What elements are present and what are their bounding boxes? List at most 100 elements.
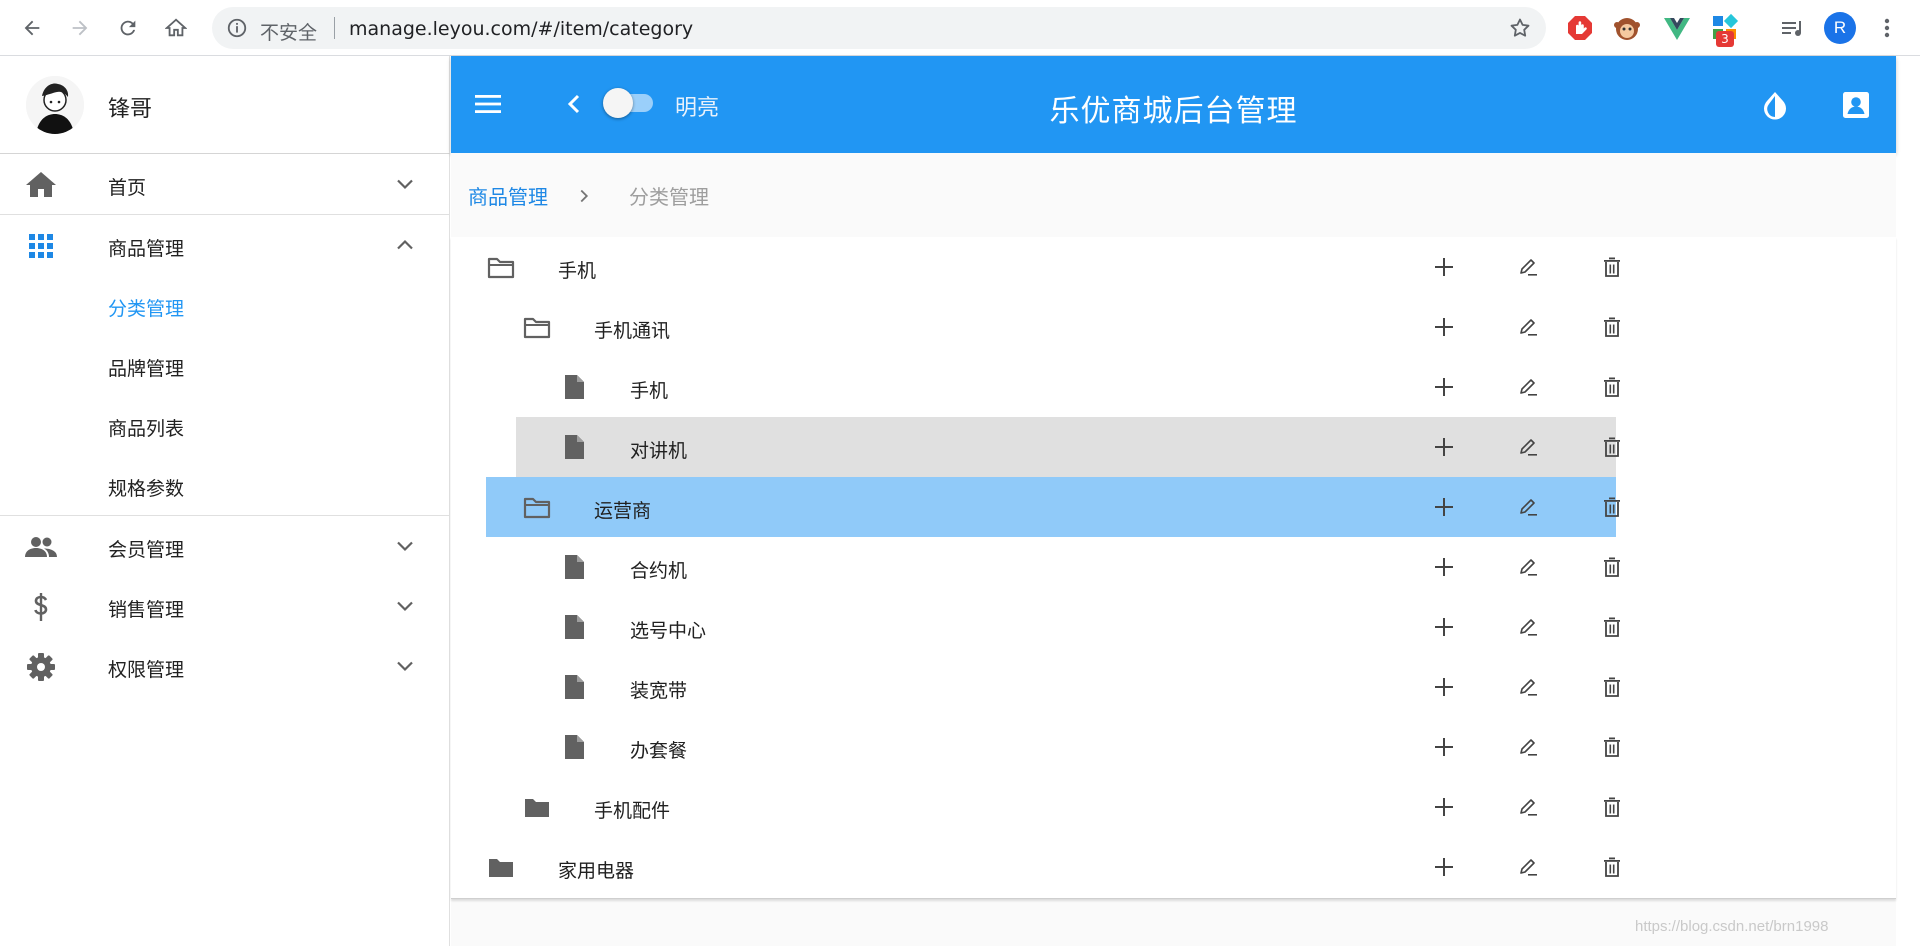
delete-trash-icon[interactable] xyxy=(1599,494,1625,520)
nav-item-product-management[interactable]: 商品管理 xyxy=(0,215,450,275)
browser-menu-icon[interactable] xyxy=(1872,13,1902,43)
breadcrumb-chevron-icon xyxy=(573,185,595,207)
tree-node[interactable]: 手机通讯 xyxy=(451,297,1896,357)
tree-node[interactable]: 装宽带 xyxy=(451,657,1896,717)
tree-node[interactable]: 家用电器 xyxy=(451,837,1896,897)
add-icon[interactable] xyxy=(1431,314,1457,340)
edit-pencil-icon[interactable] xyxy=(1515,494,1541,520)
sidebar-item-spec-params[interactable]: 规格参数 xyxy=(0,455,450,515)
delete-trash-icon[interactable] xyxy=(1599,614,1625,640)
add-icon[interactable] xyxy=(1431,374,1457,400)
info-icon[interactable] xyxy=(226,17,248,39)
tree-node-label: 手机配件 xyxy=(594,800,671,822)
tree-node[interactable]: 选号中心 xyxy=(451,597,1896,657)
delete-trash-icon[interactable] xyxy=(1599,254,1625,280)
tree-node-label: 手机通讯 xyxy=(594,320,671,342)
nav-item-permission-management[interactable]: 权限管理 xyxy=(0,636,450,696)
delete-trash-icon[interactable] xyxy=(1599,674,1625,700)
nav-item-member-management[interactable]: 会员管理 xyxy=(0,516,450,576)
tree-node-label: 手机 xyxy=(630,380,669,402)
chevron-down-icon xyxy=(393,594,417,618)
delete-trash-icon[interactable] xyxy=(1599,794,1625,820)
browser-toolbar: 不安全 manage.leyou.com/#/item/category 3 R xyxy=(0,0,1920,56)
add-icon[interactable] xyxy=(1431,494,1457,520)
tree-node[interactable]: 手机配件 xyxy=(451,777,1896,837)
tampermonkey-extension-icon[interactable] xyxy=(1612,13,1642,43)
nav-label-product-management: 商品管理 xyxy=(108,238,185,260)
folder-icon[interactable] xyxy=(522,792,552,822)
invert-colors-icon[interactable] xyxy=(1759,89,1791,121)
tree-node[interactable]: 对讲机 xyxy=(516,417,1620,477)
sidebar-item-product-list[interactable]: 商品列表 xyxy=(0,395,450,455)
tree-node-label: 合约机 xyxy=(630,560,688,582)
file-icon xyxy=(559,552,589,582)
delete-trash-icon[interactable] xyxy=(1599,374,1625,400)
folder-open-icon[interactable] xyxy=(522,492,552,522)
edit-pencil-icon[interactable] xyxy=(1515,794,1541,820)
adblock-extension-icon[interactable] xyxy=(1565,13,1595,43)
edit-pencil-icon[interactable] xyxy=(1515,674,1541,700)
sub-label-brand: 品牌管理 xyxy=(108,358,185,380)
account-box-icon[interactable] xyxy=(1839,88,1873,122)
delete-trash-icon[interactable] xyxy=(1599,314,1625,340)
app-title: 乐优商城后台管理 xyxy=(1049,94,1298,129)
add-icon[interactable] xyxy=(1431,434,1457,460)
edit-pencil-icon[interactable] xyxy=(1515,854,1541,880)
main-content: 商品管理 分类管理 手机 手机通讯 手机 对讲机 运营商 合约机 选号中心 装宽带 办套餐 手机配… xyxy=(451,153,1896,946)
add-icon[interactable] xyxy=(1431,854,1457,880)
folder-icon[interactable] xyxy=(486,852,516,882)
edit-pencil-icon[interactable] xyxy=(1515,554,1541,580)
edit-pencil-icon[interactable] xyxy=(1515,734,1541,760)
add-icon[interactable] xyxy=(1431,674,1457,700)
nav-label-home: 首页 xyxy=(108,177,147,199)
extension-badge: 3 xyxy=(1716,31,1734,47)
tree-node[interactable]: 办套餐 xyxy=(451,717,1896,777)
delete-trash-icon[interactable] xyxy=(1599,554,1625,580)
chevron-up-icon xyxy=(393,233,417,257)
tree-node[interactable]: 运营商 xyxy=(486,477,1620,537)
folder-open-icon[interactable] xyxy=(486,252,516,282)
edit-pencil-icon[interactable] xyxy=(1515,434,1541,460)
add-icon[interactable] xyxy=(1431,254,1457,280)
add-icon[interactable] xyxy=(1431,614,1457,640)
bookmark-star-icon[interactable] xyxy=(1508,16,1532,40)
breadcrumb-link-product-management[interactable]: 商品管理 xyxy=(468,181,548,210)
file-icon xyxy=(559,672,589,702)
vue-devtools-icon[interactable] xyxy=(1662,13,1692,43)
media-control-icon[interactable] xyxy=(1778,13,1808,43)
browser-profile-avatar[interactable]: R xyxy=(1824,12,1856,44)
sub-label-spec-params: 规格参数 xyxy=(108,478,185,500)
home-page-icon[interactable] xyxy=(158,10,194,46)
tree-node[interactable]: 手机 xyxy=(451,357,1896,417)
reload-icon[interactable] xyxy=(110,10,146,46)
add-icon[interactable] xyxy=(1431,794,1457,820)
edit-pencil-icon[interactable] xyxy=(1515,314,1541,340)
add-icon[interactable] xyxy=(1431,554,1457,580)
nav-item-sales-management[interactable]: 销售管理 xyxy=(0,576,450,636)
forward-arrow-icon[interactable] xyxy=(62,10,98,46)
add-icon[interactable] xyxy=(1431,734,1457,760)
tree-node[interactable]: 合约机 xyxy=(451,537,1896,597)
chevron-down-icon xyxy=(393,534,417,558)
url-text[interactable]: manage.leyou.com/#/item/category xyxy=(349,18,693,40)
apps-grid-icon xyxy=(24,231,58,261)
back-arrow-icon[interactable] xyxy=(14,10,50,46)
sidebar: 锋哥 首页 商品管理 分类管理 品牌管理 商品列表 规格参数 会员管理 销售管理… xyxy=(0,56,450,946)
folder-open-icon[interactable] xyxy=(522,312,552,342)
sidebar-item-category[interactable]: 分类管理 xyxy=(0,275,450,335)
user-avatar[interactable] xyxy=(26,76,84,134)
tree-node-label: 办套餐 xyxy=(630,740,688,762)
home-icon xyxy=(24,170,58,200)
address-bar[interactable]: 不安全 manage.leyou.com/#/item/category xyxy=(212,7,1546,49)
edit-pencil-icon[interactable] xyxy=(1515,374,1541,400)
sidebar-item-brand[interactable]: 品牌管理 xyxy=(0,335,450,395)
nav-label-sales-management: 销售管理 xyxy=(108,599,185,621)
delete-trash-icon[interactable] xyxy=(1599,854,1625,880)
breadcrumb-current: 分类管理 xyxy=(629,185,709,209)
delete-trash-icon[interactable] xyxy=(1599,434,1625,460)
nav-item-home[interactable]: 首页 xyxy=(0,154,450,214)
delete-trash-icon[interactable] xyxy=(1599,734,1625,760)
edit-pencil-icon[interactable] xyxy=(1515,254,1541,280)
edit-pencil-icon[interactable] xyxy=(1515,614,1541,640)
tree-node[interactable]: 手机 xyxy=(451,237,1896,297)
